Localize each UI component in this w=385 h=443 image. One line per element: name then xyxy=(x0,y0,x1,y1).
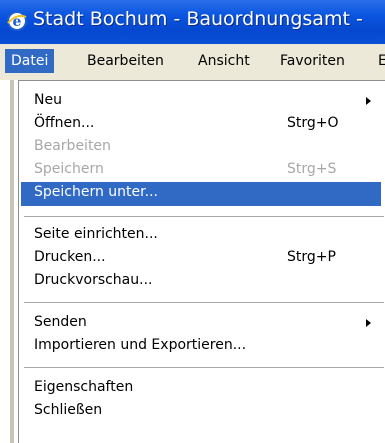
menu-ansicht[interactable]: Ansicht xyxy=(192,49,256,73)
menu-item-importieren-exportieren[interactable]: Importieren und Exportieren... xyxy=(21,335,381,358)
shortcut-label: Strg+P xyxy=(287,249,336,265)
menu-extras[interactable]: E xyxy=(372,49,385,73)
menu-item-seite-einrichten[interactable]: Seite einrichten... xyxy=(21,224,381,247)
menu-item-bearbeiten: Bearbeiten xyxy=(34,138,111,154)
file-menu-dropdown: Neu Öffnen... Strg+O Bearbeiten Speicher… xyxy=(18,80,385,443)
menu-item-eigenschaften[interactable]: Eigenschaften xyxy=(21,377,381,400)
menu-bearbeiten[interactable]: Bearbeiten xyxy=(81,49,170,73)
menu-item-oeffnen[interactable]: Öffnen... Strg+O xyxy=(21,113,381,136)
menu-item-speichern-unter[interactable]: Speichern unter... xyxy=(21,182,381,206)
window-edge xyxy=(0,80,18,443)
shortcut-label: Strg+O xyxy=(287,115,339,131)
submenu-arrow-icon xyxy=(366,319,371,327)
menu-separator xyxy=(24,367,384,368)
menu-item-neu[interactable]: Neu xyxy=(21,90,381,113)
menu-separator xyxy=(24,302,384,303)
shortcut-label: Strg+S xyxy=(287,161,337,177)
title-bar[interactable]: e Stadt Bochum - Bauordnungsamt - xyxy=(0,0,385,44)
internet-explorer-icon: e xyxy=(7,11,27,31)
window-scroll-edge xyxy=(10,80,14,443)
menu-datei[interactable]: Datei xyxy=(5,49,55,73)
menu-item-druckvorschau[interactable]: Druckvorschau... xyxy=(21,270,381,293)
menu-separator xyxy=(24,216,384,217)
application-window: e Stadt Bochum - Bauordnungsamt - Datei … xyxy=(0,0,385,443)
submenu-arrow-icon xyxy=(366,97,371,105)
menu-favoriten[interactable]: Favoriten xyxy=(274,49,351,73)
window-title: Stadt Bochum - Bauordnungsamt - xyxy=(33,8,363,30)
menu-item-senden[interactable]: Senden xyxy=(21,312,381,335)
menu-bar: Datei Bearbeiten Ansicht Favoriten E xyxy=(0,44,385,81)
menu-item-drucken[interactable]: Drucken... Strg+P xyxy=(21,247,381,270)
menu-item-schliessen[interactable]: Schließen xyxy=(21,400,381,423)
menu-item-speichern: Speichern Strg+S xyxy=(34,161,337,177)
